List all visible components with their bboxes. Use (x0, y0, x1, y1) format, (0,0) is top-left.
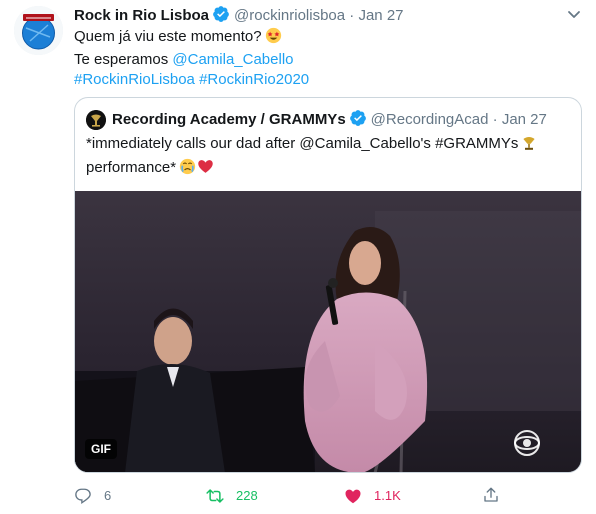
reply-count: 6 (104, 488, 112, 503)
retweet-icon (206, 489, 224, 503)
gramophone-emoji-icon (521, 135, 537, 157)
quoted-author-handle[interactable]: @RecordingAcad (371, 111, 489, 128)
hashtag-links[interactable]: #RockinRioLisboa #RockinRio2020 (74, 71, 309, 88)
share-button[interactable] (482, 486, 512, 504)
mention-link[interactable]: @Camila_Cabello (172, 51, 293, 68)
quoted-line-1: *immediately calls our dad after @Camila… (86, 133, 537, 157)
reply-button[interactable]: 6 (74, 486, 111, 506)
quoted-text: *immediately calls our dad after @Camila… (86, 133, 537, 181)
author-handle[interactable]: @rockinriolisboa (234, 7, 345, 24)
tweet-header: Rock in Rio Lisboa @rockinriolisboa · Jan… (74, 5, 404, 29)
author-avatar[interactable] (14, 6, 63, 55)
chevron-down-icon[interactable] (566, 6, 582, 22)
like-count: 1.1K (374, 488, 401, 503)
retweet-button[interactable]: 228 (206, 486, 258, 506)
quoted-tweet[interactable]: Recording Academy / GRAMMYs @RecordingAca… (74, 97, 582, 473)
gif-badge: GIF (85, 439, 117, 459)
tweet[interactable]: Rock in Rio Lisboa @rockinriolisboa · Jan… (0, 0, 596, 514)
author-name[interactable]: Rock in Rio Lisboa (74, 7, 209, 24)
retweet-count: 228 (236, 488, 258, 503)
tweet-hashtags: #RockinRioLisboa #RockinRio2020 (74, 70, 309, 90)
crying-face-emoji-icon (179, 158, 196, 181)
tweet-line-2: Te esperamos @Camila_Cabello (74, 51, 294, 68)
gif-media[interactable]: GIF (75, 191, 581, 472)
heart-filled-icon (345, 489, 361, 504)
performance-still-image (75, 191, 581, 472)
quoted-separator: · (492, 111, 498, 128)
tweet-text: Quem já viu este momento? Te esperamos @… (74, 27, 309, 90)
tweet-date[interactable]: Jan 27 (358, 7, 403, 24)
star-struck-emoji-icon (265, 27, 282, 50)
quoted-line-2: performance* (86, 157, 537, 181)
quoted-author-name[interactable]: Recording Academy / GRAMMYs (112, 111, 346, 128)
verified-badge-icon (349, 109, 367, 133)
rock-in-rio-logo (14, 6, 63, 55)
quoted-header: Recording Academy / GRAMMYs @RecordingAca… (112, 109, 547, 133)
quoted-author-avatar[interactable] (86, 110, 106, 130)
reply-icon (75, 488, 91, 505)
red-heart-emoji-icon (197, 158, 214, 181)
tweet-actions: 6 228 1.1K (74, 486, 584, 508)
header-separator: · (349, 7, 355, 24)
tweet-line-1: Quem já viu este momento? (74, 27, 309, 50)
like-button[interactable]: 1.1K (344, 486, 401, 506)
quoted-date[interactable]: Jan 27 (502, 111, 547, 128)
share-icon (484, 487, 498, 502)
verified-badge-icon (212, 5, 230, 29)
grammys-gramophone-logo (86, 110, 106, 130)
